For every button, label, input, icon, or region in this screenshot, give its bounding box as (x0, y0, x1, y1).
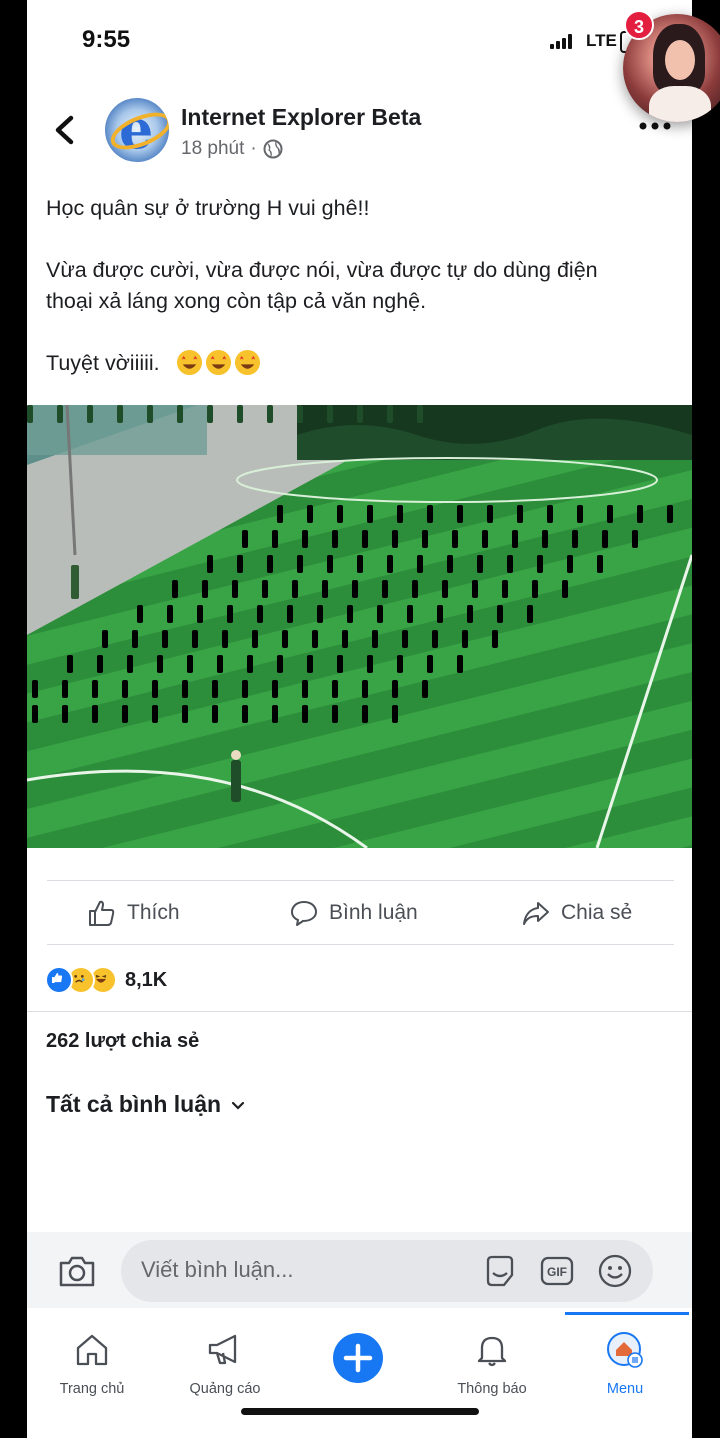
active-tab-indicator (565, 1312, 689, 1315)
globe-icon (263, 139, 283, 159)
tab-menu-label: Menu (606, 1381, 644, 1397)
comment-button[interactable]: Bình luận (289, 882, 418, 944)
all-comments-filter[interactable]: Tất cả bình luận (46, 1091, 247, 1118)
gif-icon[interactable]: GIF (539, 1253, 575, 1289)
post-text-last: Tuyệt vờiiiii. (46, 351, 160, 375)
post-actions: Thích Bình luận Chia sẻ (27, 882, 692, 944)
post-header: e Internet Explorer Beta 18 phút · (27, 88, 692, 168)
plus-icon (343, 1343, 373, 1373)
post-meta: 18 phút · (181, 138, 283, 160)
like-button[interactable]: Thích (87, 882, 180, 944)
back-arrow-icon[interactable] (49, 110, 79, 150)
sticker-icon[interactable] (482, 1253, 518, 1289)
create-post-button[interactable] (333, 1333, 383, 1383)
star-struck-icon (176, 349, 202, 376)
share-button[interactable]: Chia sẻ (521, 882, 632, 944)
tab-notifications[interactable]: Thông báo (432, 1330, 552, 1397)
tab-home-label: Trang chủ (59, 1381, 125, 1397)
tab-notifications-label: Thông báo (457, 1381, 527, 1397)
screen: 9:55 LTE e Internet Explorer Beta 18 phú… (27, 0, 692, 1438)
meta-separator: · (250, 138, 257, 159)
post-text-line: Học quân sự ở trường H vui ghê!! (46, 196, 370, 220)
status-time: 9:55 (82, 26, 131, 53)
divider (47, 880, 674, 881)
reaction-count: 8,1K (125, 968, 168, 991)
tab-ads[interactable]: Quảng cáo (165, 1330, 285, 1397)
bottom-tab-bar: Trang chủ Quảng cáo Thông báo Menu (27, 1310, 692, 1438)
share-label: Chia sẻ (561, 901, 633, 924)
comment-label: Bình luận (329, 901, 418, 924)
post-text: Học quân sự ở trường H vui ghê!! Vừa đượ… (46, 193, 676, 379)
like-reaction-icon (45, 966, 73, 994)
page-avatar[interactable]: e (105, 98, 169, 162)
home-icon (76, 1334, 108, 1366)
status-bar: 9:55 LTE (27, 0, 692, 80)
divider (27, 1011, 692, 1012)
reactions-summary[interactable]: 8,1K (45, 963, 167, 997)
comment-bar: Viết bình luận... GIF (27, 1232, 692, 1308)
chat-head-badge: 3 (624, 10, 654, 40)
post-photo[interactable] (27, 405, 692, 848)
post-text-line: Tuyệt vờiiiii. (46, 348, 676, 379)
shares-count[interactable]: 262 lượt chia sẻ (46, 1030, 199, 1053)
post-text-line: thoại xả láng xong còn tập cả văn nghệ. (46, 289, 427, 313)
tab-home[interactable]: Trang chủ (32, 1330, 152, 1397)
svg-text:GIF: GIF (547, 1265, 567, 1279)
thumbs-up-icon (89, 900, 115, 926)
menu-avatar-icon (607, 1332, 643, 1368)
camera-icon[interactable] (57, 1252, 97, 1290)
signal-icon (550, 33, 574, 49)
tab-ads-label: Quảng cáo (189, 1381, 261, 1397)
field-photo (27, 405, 692, 848)
post-text-line: Vừa được cười, vừa được nói, vừa được tự… (46, 258, 598, 282)
post-timestamp[interactable]: 18 phút (181, 138, 244, 160)
star-struck-icon (205, 349, 231, 376)
star-struck-icon (234, 349, 260, 376)
network-label: LTE (586, 31, 617, 50)
megaphone-icon (208, 1334, 237, 1365)
page-name[interactable]: Internet Explorer Beta (181, 104, 421, 131)
like-label: Thích (127, 901, 180, 924)
emoji-icon[interactable] (597, 1253, 633, 1289)
all-comments-label: Tất cả bình luận (46, 1091, 222, 1117)
tab-menu[interactable]: Menu (565, 1330, 685, 1397)
divider (47, 944, 674, 945)
comment-placeholder[interactable]: Viết bình luận... (141, 1257, 294, 1283)
comment-icon (291, 901, 317, 926)
bell-icon (477, 1336, 507, 1367)
home-indicator (241, 1408, 479, 1415)
share-icon (523, 902, 549, 925)
chevron-down-icon (231, 1101, 245, 1110)
